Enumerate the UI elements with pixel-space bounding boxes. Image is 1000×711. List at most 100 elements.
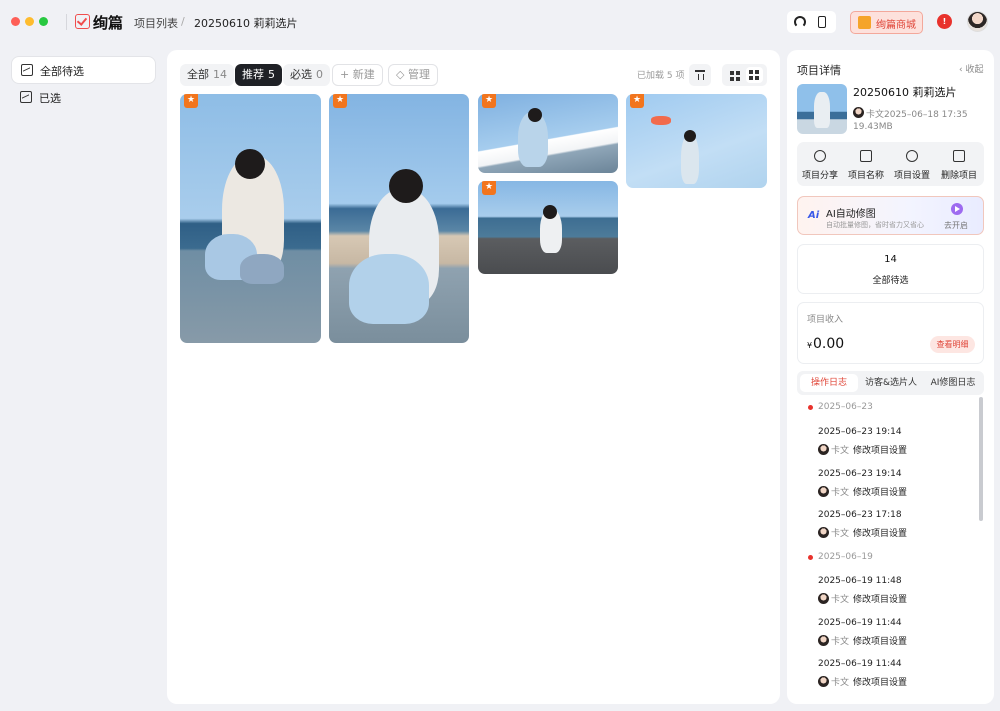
- recommend-badge: ★: [482, 94, 496, 108]
- log-user: 卡文: [831, 446, 850, 456]
- sidebar-item-all-pending[interactable]: 全部待选: [11, 56, 156, 84]
- log-time: 2025–06–23 19:14: [818, 427, 902, 437]
- breadcrumb-separator: /: [181, 15, 185, 28]
- avatar: [818, 593, 829, 604]
- avatar: [818, 676, 829, 687]
- new-button[interactable]: + 新建: [332, 64, 383, 86]
- income-value: 0.00: [813, 336, 845, 352]
- tag-icon: ◇: [396, 68, 408, 81]
- currency-symbol: ¥: [807, 341, 813, 350]
- panel-title: 项目详情: [797, 64, 841, 77]
- log-action: 修改项目设置: [853, 637, 908, 647]
- filter-must[interactable]: 必选 0: [283, 64, 330, 86]
- title-bar: 绚篇 项目列表 / 20250610 莉莉选片 绚篇商城 !: [0, 0, 1000, 44]
- divider: [66, 14, 67, 30]
- gear-icon: [906, 150, 918, 162]
- scrollbar[interactable]: [979, 397, 983, 521]
- photo-card[interactable]: ★: [626, 94, 767, 188]
- sidebar-item-selected[interactable]: 已选: [11, 84, 156, 112]
- close-window-button[interactable]: [11, 17, 20, 26]
- image-icon: [21, 64, 33, 76]
- photo-card[interactable]: ★: [180, 94, 321, 343]
- log-user: 卡文: [831, 529, 850, 539]
- tab-operation-log[interactable]: 操作日志: [800, 374, 858, 392]
- filter-button[interactable]: [689, 64, 711, 86]
- log-action: 修改项目设置: [853, 446, 908, 456]
- pending-count: 14: [884, 254, 897, 265]
- log-date: 2025–06–23: [818, 402, 873, 412]
- collapse-button[interactable]: ‹ 收起: [959, 62, 983, 75]
- minimize-window-button[interactable]: [25, 17, 34, 26]
- filter-label: 必选: [290, 68, 312, 81]
- log-user: 卡文: [831, 595, 850, 605]
- date-dot: [808, 405, 813, 410]
- pending-label: 全部待选: [872, 276, 909, 286]
- log-action: 修改项目设置: [853, 678, 908, 688]
- log-time: 2025–06–19 11:48: [818, 576, 902, 586]
- ai-subtitle: 自动批量修图，省时省力又省心: [826, 221, 924, 229]
- project-thumbnail: [797, 84, 847, 134]
- income-card: 项目收入 ¥ 0.00 查看明细: [797, 302, 984, 364]
- zoom-window-button[interactable]: [39, 17, 48, 26]
- mall-button[interactable]: 绚篇商城: [850, 11, 923, 34]
- filter-all[interactable]: 全部 14: [180, 64, 234, 86]
- waterfall-view-icon[interactable]: [727, 68, 742, 82]
- log-action: 修改项目设置: [853, 529, 908, 539]
- loaded-count: 已加载 5 项: [637, 71, 685, 81]
- notification-icon[interactable]: !: [937, 14, 952, 29]
- log-action: 修改项目设置: [853, 488, 908, 498]
- avatar[interactable]: [967, 11, 988, 32]
- breadcrumb-project-list[interactable]: 项目列表: [134, 15, 178, 31]
- ai-enable-button[interactable]: 去开启: [944, 220, 968, 231]
- photo-grid-panel: 全部 14 推荐 5 必选 0 + 新建 ◇ 管理 已加载 5 项 ★ ★ ★: [167, 50, 780, 704]
- photo-card[interactable]: ★: [329, 94, 469, 343]
- ai-logo-icon: Ai: [808, 210, 820, 221]
- log-time: 2025–06–23 19:14: [818, 469, 902, 479]
- recommend-badge: ★: [184, 94, 198, 108]
- log-time: 2025–06–23 17:18: [818, 510, 902, 520]
- log-user: 卡文: [831, 678, 850, 688]
- log-time: 2025–06–19 11:44: [818, 618, 902, 628]
- log-action: 修改项目设置: [853, 595, 908, 605]
- log-tabs: 操作日志 访客&选片人 AI修图日志: [797, 371, 984, 395]
- image-check-icon: [20, 91, 32, 103]
- action-label: 项目名称: [847, 171, 884, 181]
- filter-count: 14: [213, 68, 227, 81]
- log-date: 2025–06–19: [818, 552, 873, 562]
- brand-logo-icon: [75, 14, 90, 29]
- share-icon: [814, 150, 826, 162]
- sidebar-item-label: 全部待选: [40, 65, 84, 78]
- filter-icon: [695, 70, 705, 80]
- manage-button[interactable]: ◇ 管理: [388, 64, 438, 86]
- avatar: [818, 486, 829, 497]
- recommend-badge: ★: [482, 181, 496, 195]
- avatar: [818, 635, 829, 646]
- grid-view-icon[interactable]: [746, 67, 763, 83]
- tab-visitors[interactable]: 访客&选片人: [860, 374, 922, 392]
- project-owner-date: 卡文2025–06–18 17:35: [866, 110, 968, 120]
- filter-count: 0: [316, 68, 323, 81]
- rename-project-button[interactable]: 项目名称: [843, 142, 889, 186]
- pending-count-card: 14 全部待选: [797, 244, 984, 294]
- headset-icon[interactable]: [794, 16, 806, 28]
- filter-recommended[interactable]: 推荐 5: [235, 64, 282, 86]
- photo-card[interactable]: ★: [478, 94, 618, 173]
- device-switch: [787, 11, 836, 33]
- share-project-button[interactable]: 项目分享: [797, 142, 843, 186]
- ai-retouch-card[interactable]: Ai AI自动修图 自动批量修图，省时省力又省心 去开启: [797, 196, 984, 235]
- view-details-button[interactable]: 查看明细: [930, 336, 975, 353]
- recommend-badge: ★: [630, 94, 644, 108]
- income-title: 项目收入: [807, 315, 844, 325]
- project-settings-button[interactable]: 项目设置: [889, 142, 935, 186]
- tab-ai-log[interactable]: AI修图日志: [924, 374, 982, 392]
- phone-icon[interactable]: [818, 16, 826, 28]
- log-user: 卡文: [831, 488, 850, 498]
- view-switch: [722, 64, 767, 86]
- filter-count: 5: [268, 68, 275, 81]
- photo-card[interactable]: ★: [478, 181, 618, 274]
- mall-label: 绚篇商城: [876, 20, 916, 31]
- avatar: [818, 527, 829, 538]
- filter-label: 全部: [187, 68, 209, 81]
- avatar: [818, 444, 829, 455]
- delete-project-button[interactable]: 删除项目: [936, 142, 982, 186]
